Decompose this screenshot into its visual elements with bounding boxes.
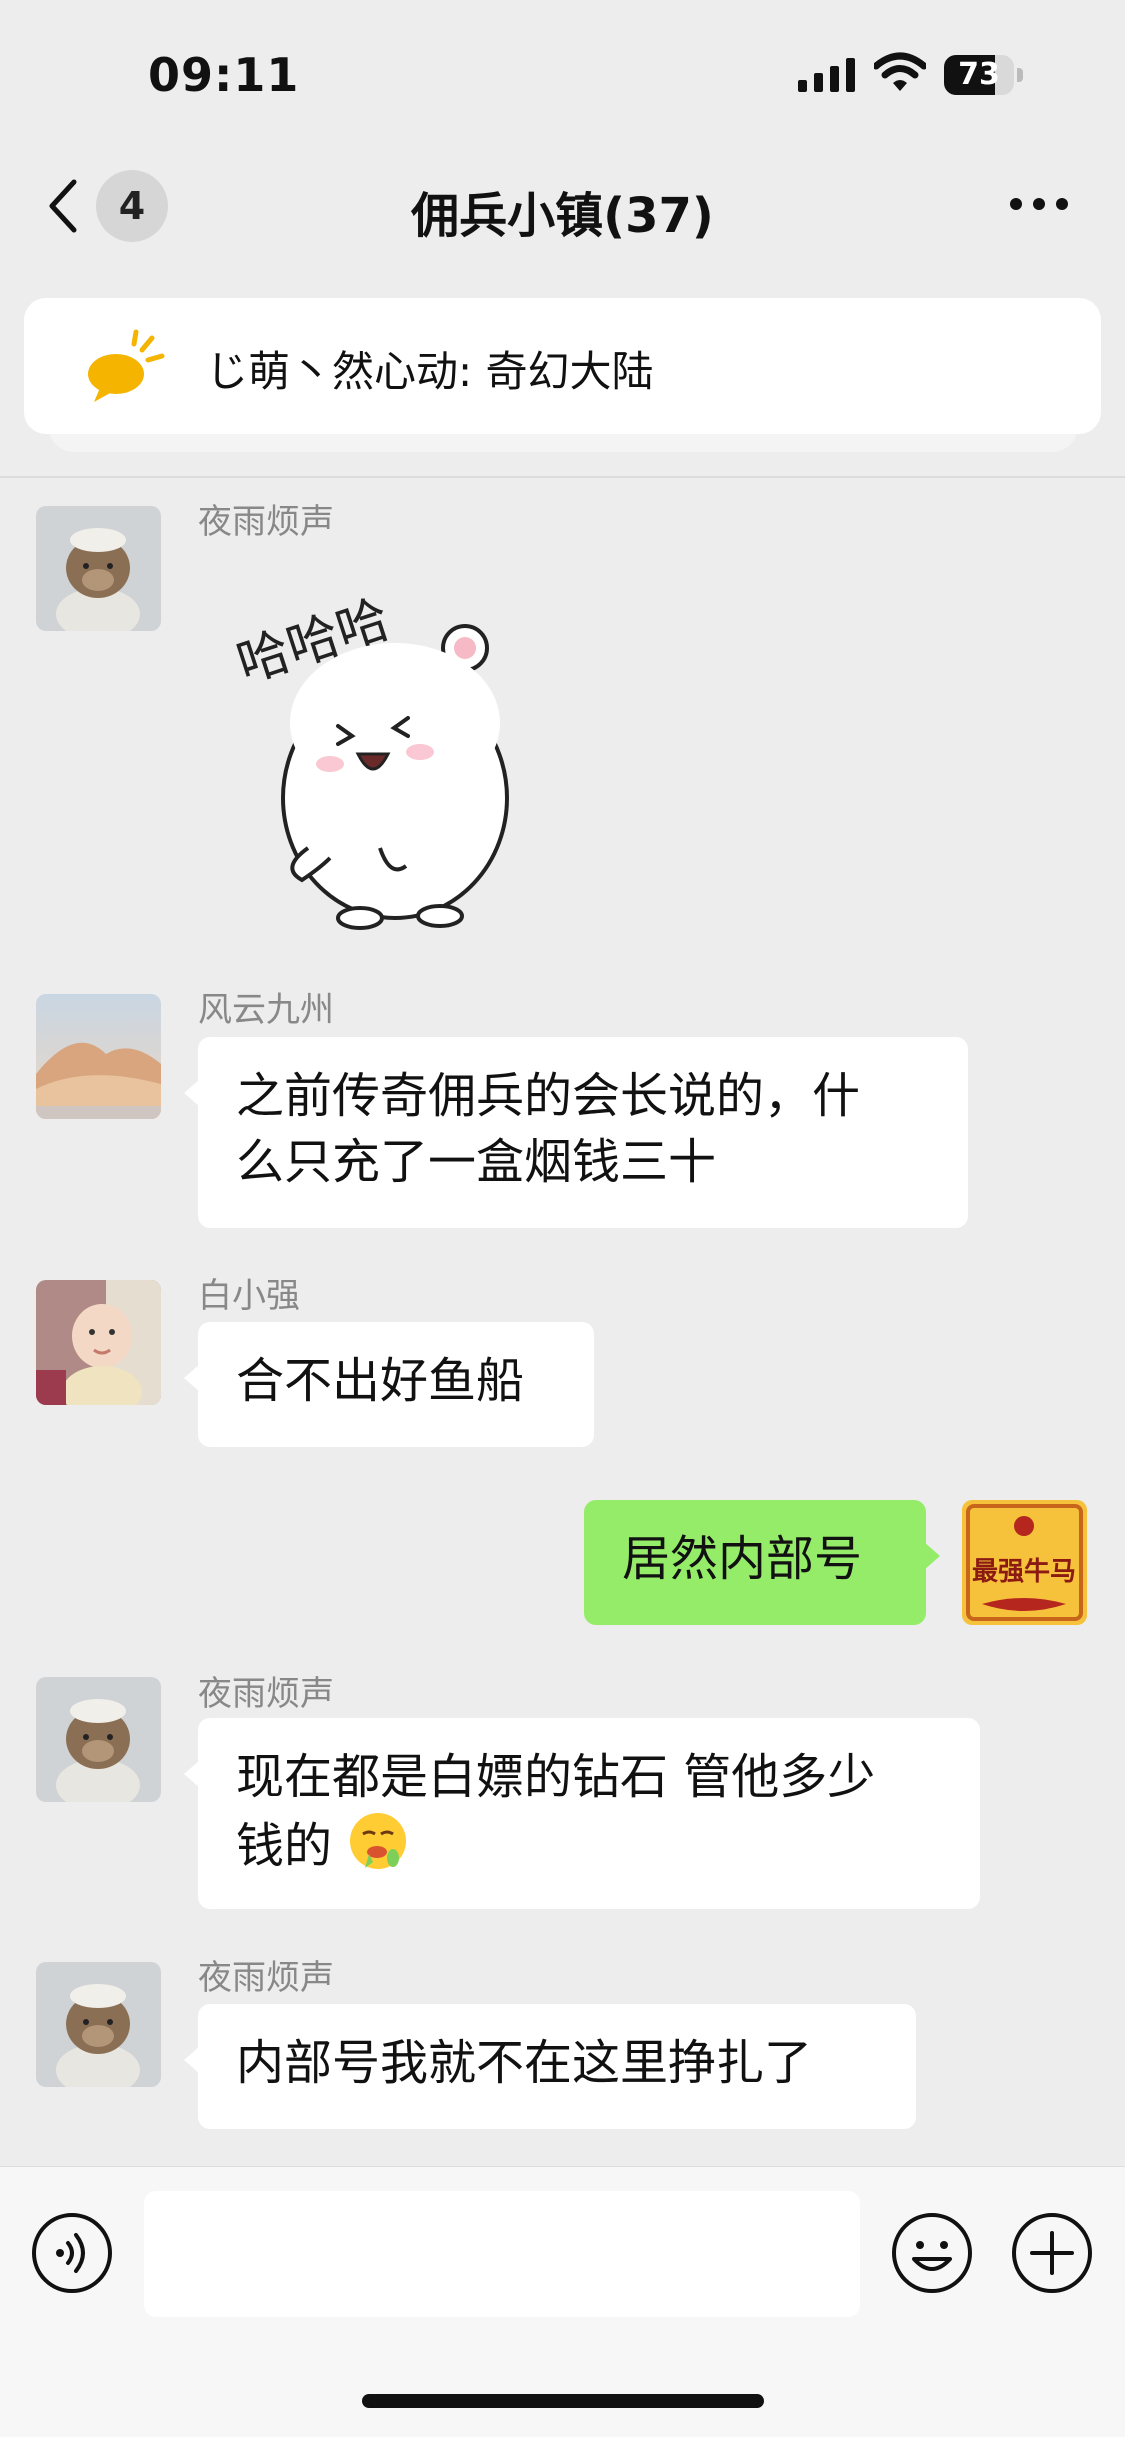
- status-time: 09:11: [148, 48, 300, 102]
- message-bubble[interactable]: 现在都是白嫖的钻石 管他多少 钱的: [184, 1718, 980, 1909]
- home-indicator[interactable]: [362, 2394, 764, 2408]
- message-line: 合不出好鱼船: [236, 1353, 525, 1409]
- chat-title: 佣兵小镇(37): [411, 188, 714, 244]
- avatar-yeyu[interactable]: [36, 1962, 161, 2087]
- message-line: 现在都是白嫖的钻石 管他多少: [236, 1749, 876, 1805]
- drooling-face-emoji-icon: [350, 1813, 407, 1869]
- message-bubble[interactable]: 之前传奇佣兵的会长说的，什 么只充了一盒烟钱三十: [184, 1037, 968, 1228]
- emoji-icon[interactable]: [890, 2211, 974, 2295]
- cellular-signal-icon: [798, 58, 855, 92]
- sender-name: 风云九州: [198, 990, 334, 1030]
- message-input[interactable]: [144, 2191, 860, 2317]
- battery-percentage: 73: [958, 57, 1000, 92]
- avatar-yeyu[interactable]: [36, 506, 161, 631]
- sender-name: 夜雨烦声: [198, 502, 334, 542]
- more-options-icon[interactable]: [1008, 196, 1070, 212]
- sender-name: 夜雨烦声: [198, 1958, 334, 1998]
- message-bubble[interactable]: 合不出好鱼船: [184, 1322, 594, 1447]
- wifi-icon: [874, 52, 926, 91]
- sender-name: 夜雨烦声: [198, 1674, 334, 1714]
- header-divider: [0, 476, 1125, 478]
- plus-icon[interactable]: [1010, 2211, 1094, 2295]
- sender-name: 白小强: [198, 1276, 300, 1316]
- message-line: 之前传奇佣兵的会长说的，什: [236, 1068, 861, 1124]
- avatar-fengyun[interactable]: [36, 994, 161, 1119]
- message-line: 钱的: [236, 1818, 333, 1874]
- megaphone-icon: [88, 329, 165, 402]
- pinned-announcement[interactable]: じ萌丶然心动: 奇幻大陆: [24, 298, 1101, 434]
- battery-icon: 73: [944, 55, 1024, 95]
- message-line: 内部号我就不在这里挣扎了: [236, 2035, 813, 2091]
- avatar-yeyu[interactable]: [36, 1677, 161, 1802]
- my-avatar[interactable]: 最强牛马: [962, 1500, 1087, 1625]
- voice-input-icon[interactable]: [30, 2211, 114, 2295]
- my-message-bubble[interactable]: 居然内部号: [584, 1500, 940, 1625]
- message-line-with-emoji: 钱的: [236, 1810, 940, 1879]
- status-bar: 09:11 73: [0, 0, 1125, 150]
- message-line: 居然内部号: [622, 1531, 863, 1587]
- avatar-label: 最强牛马: [972, 1557, 1076, 1587]
- laughing-bear-sticker[interactable]: 哈哈哈: [220, 548, 560, 938]
- message-bubble[interactable]: 内部号我就不在这里挣扎了: [184, 2004, 916, 2129]
- pinned-text: じ萌丶然心动: 奇幻大陆: [206, 347, 654, 396]
- avatar-baixiaoqiang[interactable]: [36, 1280, 161, 1405]
- message-line: 么只充了一盒烟钱三十: [236, 1134, 717, 1190]
